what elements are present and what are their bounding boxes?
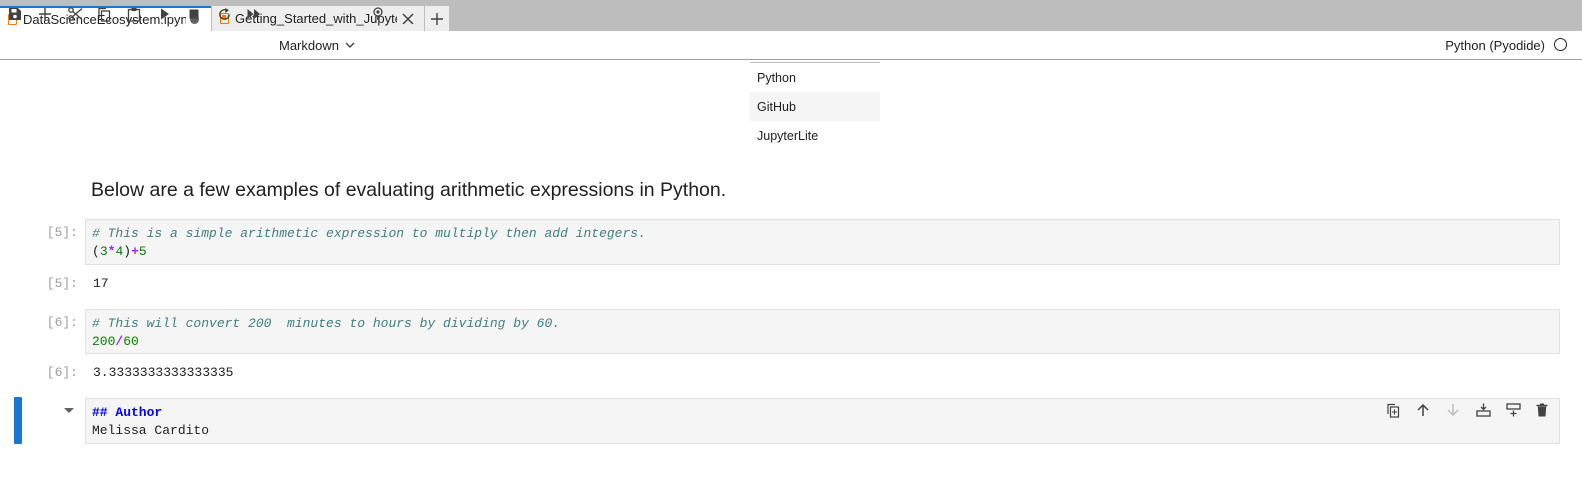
insert-above-icon — [1475, 403, 1491, 417]
notebook-panel[interactable]: Python GitHub JupyterLite Below are a fe… — [0, 60, 1582, 491]
code-comment: # This is a simple arithmetic expression… — [92, 226, 646, 241]
move-up-icon — [1417, 403, 1429, 416]
output-prompt: [6]: — [46, 365, 78, 380]
run-all-icon — [247, 9, 260, 19]
code-token: 200 — [92, 334, 116, 349]
input-prompt: [5]: — [46, 225, 78, 240]
restart-button[interactable] — [216, 6, 232, 22]
collapse-heading-icon[interactable] — [64, 408, 74, 413]
delete-cell-button[interactable] — [1534, 402, 1550, 418]
cut-icon — [67, 7, 82, 21]
output-prompt: [5]: — [46, 276, 78, 291]
code-cell-editor[interactable]: # This will convert 200 minutes to hours… — [85, 309, 1560, 354]
move-up-button[interactable] — [1415, 402, 1431, 418]
code-token: 60 — [123, 334, 139, 349]
restart-run-all-button[interactable] — [246, 6, 262, 22]
debugger-button[interactable] — [370, 6, 386, 22]
code-token: 5 — [138, 244, 147, 259]
code-token: ( — [92, 244, 100, 259]
cell-type-label: Markdown — [279, 37, 339, 53]
active-cell-indicator[interactable] — [14, 397, 22, 444]
notebook-toolbar — [0, 31, 1582, 60]
insert-above-button[interactable] — [1475, 402, 1491, 418]
debugger-icon — [373, 7, 383, 20]
plus-icon — [431, 12, 443, 25]
input-prompt: [6]: — [46, 315, 78, 330]
cell-output: 3.3333333333333335 — [93, 365, 234, 380]
duplicate-cell-button[interactable] — [1385, 402, 1401, 418]
cut-button[interactable] — [67, 6, 83, 22]
stop-icon — [189, 9, 199, 19]
new-tab-button[interactable] — [425, 6, 449, 31]
chevron-down-icon — [345, 42, 355, 48]
insert-cell-button[interactable] — [37, 6, 53, 22]
copy-icon — [98, 7, 111, 22]
paste-icon — [127, 7, 141, 22]
save-icon — [9, 8, 21, 20]
save-button[interactable] — [7, 6, 23, 22]
code-token: 3 — [99, 244, 108, 259]
code-cell-editor[interactable]: # This is a simple arithmetic expression… — [85, 219, 1560, 265]
duplicate-cell-icon — [1387, 403, 1400, 418]
table-row: Python — [757, 70, 796, 85]
restart-icon — [218, 7, 230, 20]
cell-type-select[interactable]: Markdown — [279, 31, 355, 59]
document-tab-bar: DataScienceEcosystem.ipynb Getting_Start… — [0, 0, 1582, 31]
interrupt-button[interactable] — [186, 6, 202, 22]
markdown-cell-editor[interactable]: ## Author Melissa Cardito — [85, 398, 1560, 444]
run-button[interactable] — [157, 6, 173, 22]
code-token: ) — [123, 244, 132, 259]
table-row: JupyterLite — [757, 128, 819, 143]
table-row: GitHub — [750, 92, 880, 121]
insert-below-icon — [1505, 403, 1521, 417]
move-down-button[interactable] — [1445, 402, 1461, 418]
close-icon[interactable] — [401, 12, 415, 26]
tools-table: Python GitHub JupyterLite — [750, 62, 880, 150]
cell-output: 17 — [93, 276, 109, 291]
add-cell-icon — [39, 8, 51, 20]
move-down-icon — [1447, 404, 1459, 417]
kernel-status-icon — [1554, 38, 1567, 51]
run-icon — [161, 8, 169, 20]
copy-button[interactable] — [96, 6, 112, 22]
paste-button[interactable] — [126, 6, 142, 22]
code-comment: # This will convert 200 minutes to hours… — [92, 316, 561, 331]
kernel-name-button[interactable]: Python (Pyodide) — [1445, 31, 1545, 59]
markdown-paragraph: Below are a few examples of evaluating a… — [91, 179, 727, 201]
delete-cell-icon — [1536, 403, 1548, 417]
code-token: + — [131, 244, 139, 259]
tab-getting-started[interactable]: Getting_Started_with_Jupyter.ipynb — [212, 6, 424, 31]
insert-below-button[interactable] — [1505, 402, 1521, 418]
markdown-text: Melissa Cardito — [92, 423, 210, 438]
markdown-header: ## Author — [92, 405, 163, 420]
